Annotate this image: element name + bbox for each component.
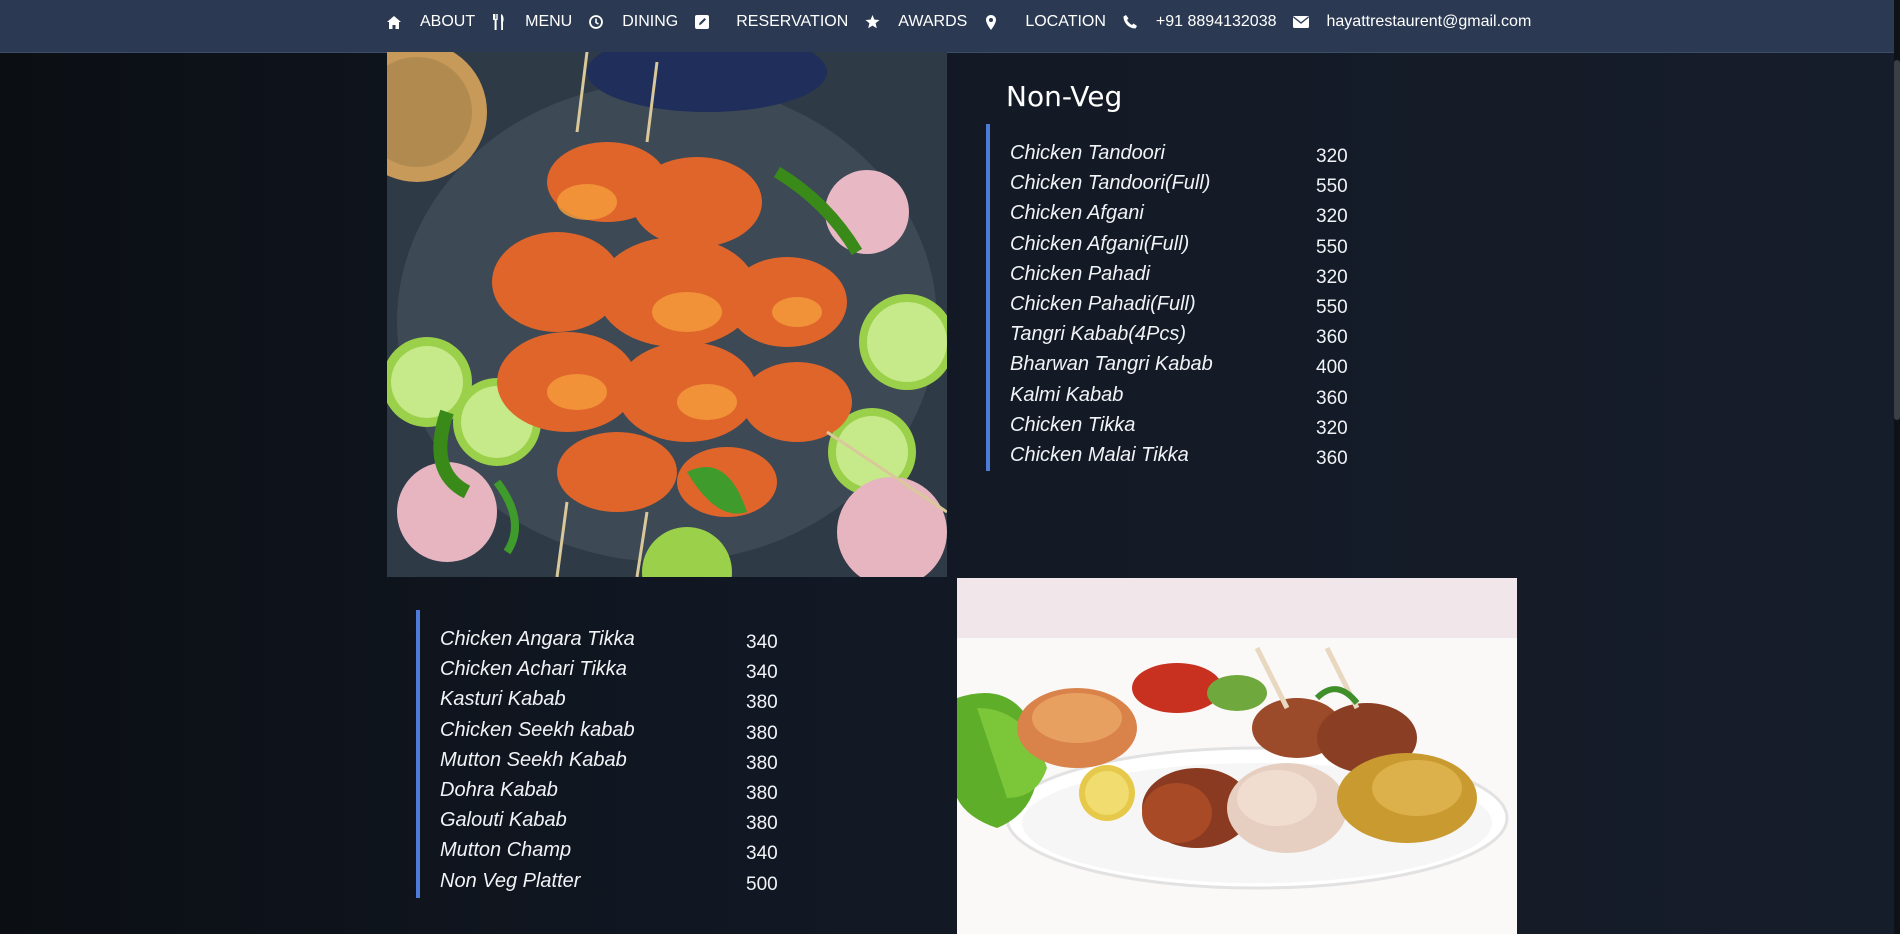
edit-icon: [694, 14, 710, 30]
dish-price: 380: [746, 752, 778, 774]
menu-row: Non Veg Platter 500: [420, 870, 820, 900]
nav-item-email[interactable]: hayattrestaurent@gmail.com: [1292, 13, 1532, 31]
dish-price: 360: [1316, 387, 1348, 409]
menu-row: Kasturi Kabab 380: [420, 688, 820, 718]
menu-row: Chicken Seekh kabab 380: [420, 719, 820, 749]
scrollbar-thumb[interactable]: [1894, 60, 1900, 420]
menu-row: Chicken Tikka 320: [990, 414, 1390, 444]
dish-price: 340: [746, 632, 778, 653]
dish-name: Kasturi Kabab: [440, 688, 566, 711]
chicken-kebab-image: [387, 52, 947, 577]
menu-row: Chicken Pahadi(Full) 550: [990, 293, 1390, 323]
dish-price: 340: [746, 662, 778, 684]
menu-row: Chicken Afgani 320: [990, 202, 1390, 232]
dish-name: Mutton Seekh Kabab: [440, 748, 627, 771]
envelope-icon: [1292, 14, 1309, 30]
menu-row: Chicken Tandoori 320: [990, 142, 1390, 172]
dish-name: Chicken Tikka: [1010, 413, 1136, 436]
phone-icon: [1122, 14, 1138, 30]
nav-label: RESERVATION: [736, 13, 849, 30]
dish-price: 320: [1316, 206, 1348, 228]
dish-name: Chicken Pahadi(Full): [1010, 292, 1196, 315]
nav-item-dining[interactable]: DINING: [588, 13, 678, 31]
menu-row: Chicken Tandoori(Full) 550: [990, 172, 1390, 202]
nav-label: MENU: [525, 13, 573, 30]
dish-name: Chicken Angara Tikka: [440, 628, 635, 650]
dish-name: Non Veg Platter: [440, 869, 581, 892]
menu-row: Chicken Pahadi 320: [990, 263, 1390, 293]
dish-name: Tangri Kabab(4Pcs): [1010, 323, 1187, 346]
nav-label: DINING: [622, 13, 679, 30]
nav-label: +91 8894132038: [1155, 13, 1277, 30]
dish-name: Chicken Afgani: [1010, 202, 1144, 225]
top-navbar: ABOUT MENU DINING RESERVATION AWARDS LOC…: [0, 0, 1894, 53]
dish-name: Chicken Seekh kabab: [440, 718, 635, 741]
menu-row: Kalmi Kabab 360: [990, 384, 1390, 414]
nav-item-reservation[interactable]: RESERVATION: [694, 13, 848, 31]
star-icon: [864, 14, 880, 30]
dish-name: Chicken Achari Tikka: [440, 658, 627, 681]
dish-price: 320: [1316, 146, 1348, 167]
map-marker-icon: [983, 14, 999, 30]
dish-price: 320: [1316, 417, 1348, 439]
dish-name: Kalmi Kabab: [1010, 383, 1124, 406]
nav-item-location[interactable]: LOCATION: [983, 13, 1106, 31]
dish-name: Chicken Pahadi: [1010, 262, 1151, 285]
nav-item-phone[interactable]: +91 8894132038: [1122, 13, 1277, 31]
menu-row: Mutton Champ 340: [420, 839, 820, 869]
dish-price: 380: [746, 722, 778, 744]
home-icon: [386, 14, 402, 30]
menu-list-non-veg-continued: Chicken Angara Tikka 340 Chicken Achari T…: [416, 610, 820, 898]
menu-list-non-veg: Chicken Tandoori 320 Chicken Tandoori(Ful…: [986, 124, 1390, 471]
nav-menu: ABOUT MENU DINING RESERVATION AWARDS LOC…: [386, 0, 1547, 44]
menu-row: Bharwan Tangri Kabab 400: [990, 353, 1390, 383]
dish-price: 380: [746, 782, 778, 804]
nav-label: ABOUT: [420, 13, 476, 30]
dish-price: 500: [746, 873, 778, 895]
dish-price: 360: [1316, 327, 1348, 349]
dish-price: 340: [746, 843, 778, 865]
menu-row: Mutton Seekh Kabab 380: [420, 749, 820, 779]
dish-name: Chicken Afgani(Full): [1010, 232, 1190, 255]
nav-item-awards[interactable]: AWARDS: [864, 13, 967, 31]
dish-name: Galouti Kabab: [440, 809, 567, 832]
dish-price: 550: [1316, 176, 1348, 198]
dish-price: 320: [1316, 266, 1348, 288]
dish-name: Chicken Malai Tikka: [1010, 443, 1189, 466]
section-title: Non-Veg: [1006, 80, 1123, 113]
utensils-icon: [491, 14, 507, 30]
dish-price: 380: [746, 692, 778, 714]
dish-price: 550: [1316, 296, 1348, 318]
dish-price: 400: [1316, 357, 1348, 379]
dish-name: Chicken Tandoori: [1010, 142, 1165, 164]
kebab-platter-image: [957, 578, 1517, 934]
vertical-scrollbar[interactable]: [1894, 0, 1900, 934]
dish-price: 380: [746, 813, 778, 835]
menu-row: Chicken Achari Tikka 340: [420, 658, 820, 688]
nav-label: AWARDS: [898, 13, 968, 30]
menu-row: Chicken Malai Tikka 360: [990, 444, 1390, 474]
menu-row: Chicken Afgani(Full) 550: [990, 233, 1390, 263]
menu-row: Galouti Kabab 380: [420, 809, 820, 839]
dish-price: 360: [1316, 447, 1348, 469]
dish-name: Mutton Champ: [440, 839, 572, 862]
clock-icon: [588, 14, 604, 30]
menu-row: Chicken Angara Tikka 340: [420, 628, 820, 658]
nav-item-menu[interactable]: MENU: [491, 13, 572, 31]
menu-row: Tangri Kabab(4Pcs) 360: [990, 323, 1390, 353]
dish-price: 550: [1316, 236, 1348, 258]
dish-name: Chicken Tandoori(Full): [1010, 172, 1211, 195]
nav-label: hayattrestaurent@gmail.com: [1326, 13, 1532, 30]
nav-item-about[interactable]: ABOUT: [386, 13, 475, 31]
dish-name: Bharwan Tangri Kabab: [1010, 353, 1213, 376]
menu-row: Dohra Kabab 380: [420, 779, 820, 809]
dish-name: Dohra Kabab: [440, 778, 558, 801]
nav-label: LOCATION: [1025, 13, 1106, 30]
